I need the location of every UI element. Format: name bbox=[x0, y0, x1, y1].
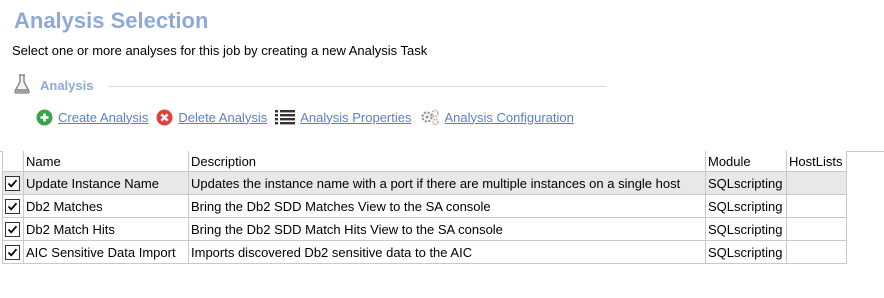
cell-description: Updates the instance name with a port if… bbox=[188, 171, 706, 195]
cell-name: Db2 Match Hits bbox=[23, 217, 189, 241]
cell-module: SQLscripting bbox=[705, 240, 787, 264]
table-row[interactable]: Db2 Matches Bring the Db2 SDD Matches Vi… bbox=[2, 194, 847, 218]
gears-icon bbox=[420, 109, 439, 125]
cell-description: Bring the Db2 SDD Match Hits View to the… bbox=[188, 217, 706, 241]
cell-description: Imports discovered Db2 sensitive data to… bbox=[188, 240, 706, 264]
analysis-configuration-button[interactable]: Analysis Configuration bbox=[420, 109, 574, 126]
cell-name: Update Instance Name bbox=[23, 171, 189, 195]
table-row[interactable]: AIC Sensitive Data Import Imports discov… bbox=[2, 240, 847, 264]
analysis-section-header: Analysis bbox=[14, 74, 606, 96]
analysis-properties-label[interactable]: Analysis Properties bbox=[300, 110, 411, 125]
page-subtitle: Select one or more analyses for this job… bbox=[12, 43, 428, 58]
cell-hostlists bbox=[786, 171, 847, 195]
cell-name: AIC Sensitive Data Import bbox=[23, 240, 189, 264]
analysis-properties-button[interactable]: Analysis Properties bbox=[275, 109, 412, 125]
column-header-description[interactable]: Description bbox=[188, 151, 706, 172]
section-label: Analysis bbox=[40, 78, 94, 93]
grid-header-row: Name Description Module HostLists bbox=[2, 151, 847, 172]
row-checkbox[interactable] bbox=[5, 176, 20, 192]
cell-description: Bring the Db2 SDD Matches View to the SA… bbox=[188, 194, 706, 218]
row-checkbox[interactable] bbox=[5, 222, 20, 238]
cell-module: SQLscripting bbox=[705, 171, 787, 195]
cell-module: SQLscripting bbox=[705, 217, 787, 241]
table-row[interactable]: Update Instance Name Updates the instanc… bbox=[2, 171, 847, 195]
table-row[interactable]: Db2 Match Hits Bring the Db2 SDD Match H… bbox=[2, 217, 847, 241]
column-header-module[interactable]: Module bbox=[705, 151, 787, 172]
row-checkbox[interactable] bbox=[5, 199, 20, 215]
cell-hostlists bbox=[786, 240, 847, 264]
add-icon bbox=[36, 109, 53, 125]
delete-analysis-button[interactable]: Delete Analysis bbox=[156, 109, 267, 126]
delete-analysis-label[interactable]: Delete Analysis bbox=[178, 110, 267, 125]
column-header-hostlists[interactable]: HostLists bbox=[786, 151, 847, 172]
column-header-name[interactable]: Name bbox=[23, 151, 189, 172]
flask-icon bbox=[14, 74, 30, 99]
cell-module: SQLscripting bbox=[705, 194, 787, 218]
cell-hostlists bbox=[786, 217, 847, 241]
analysis-toolbar: Create Analysis Delete Analysis Analysis… bbox=[36, 107, 582, 127]
create-analysis-button[interactable]: Create Analysis bbox=[36, 109, 148, 126]
delete-icon bbox=[156, 109, 173, 125]
list-icon bbox=[275, 110, 296, 125]
analysis-configuration-label[interactable]: Analysis Configuration bbox=[445, 110, 574, 125]
create-analysis-label[interactable]: Create Analysis bbox=[58, 110, 148, 125]
section-divider bbox=[108, 86, 606, 87]
analysis-grid: Name Description Module HostLists Update… bbox=[2, 151, 847, 264]
checkbox-column-header bbox=[2, 151, 24, 172]
cell-name: Db2 Matches bbox=[23, 194, 189, 218]
cell-hostlists bbox=[786, 194, 847, 218]
row-checkbox[interactable] bbox=[5, 245, 20, 261]
page-title: Analysis Selection bbox=[14, 8, 209, 33]
